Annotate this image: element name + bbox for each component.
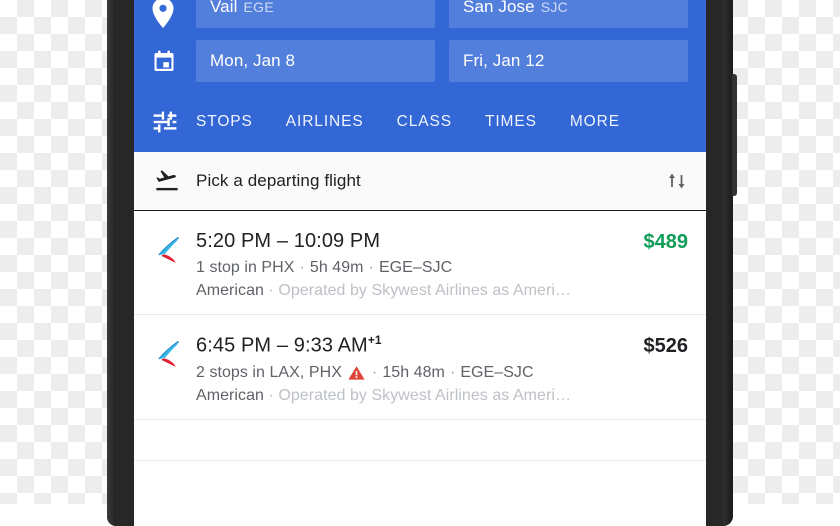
flight-carrier: American bbox=[196, 386, 264, 404]
flight-times-value: 5:20 PM – 10:09 PM bbox=[196, 230, 381, 252]
flight-times: 6:45 PM – 9:33 AM+1 bbox=[196, 333, 634, 359]
phone-screen: Vail EGE San Jose SJC Mon, Jan 8 Fri, Ja… bbox=[134, 0, 706, 526]
pick-departing-flight-title: Pick a departing flight bbox=[196, 171, 361, 190]
detail-separator: · bbox=[299, 259, 305, 276]
flight-route: EGE–SJC bbox=[460, 363, 534, 381]
detail-separator: · bbox=[449, 363, 456, 381]
american-airlines-logo bbox=[152, 333, 196, 376]
filter-chip-airlines[interactable]: AIRLINES bbox=[286, 113, 364, 131]
carrier-separator: · bbox=[268, 282, 279, 299]
american-airlines-logo bbox=[152, 229, 196, 272]
flight-times: 5:20 PM – 10:09 PM bbox=[196, 229, 634, 254]
dates-row: Mon, Jan 8 Fri, Jan 12 bbox=[134, 30, 706, 92]
depart-date-value: Mon, Jan 8 bbox=[210, 51, 296, 70]
flight-day-offset: +1 bbox=[367, 333, 382, 347]
tune-sliders-icon[interactable] bbox=[152, 109, 196, 135]
pick-departing-flight-bar: Pick a departing flight bbox=[134, 152, 706, 211]
location-pin-icon bbox=[152, 0, 196, 28]
flight-takeoff-icon bbox=[152, 168, 196, 194]
flight-route: EGE–SJC bbox=[378, 259, 453, 276]
flight-detail-line: 1 stop in PHX · 5h 49m · EGE–SJC bbox=[196, 259, 634, 277]
flight-carrier-line: American · Operated by Skywest Airlines … bbox=[196, 282, 634, 300]
return-date-value: Fri, Jan 12 bbox=[463, 51, 545, 70]
origin-field[interactable]: Vail EGE bbox=[196, 0, 435, 28]
filter-chip-times[interactable]: TIMES bbox=[485, 113, 537, 131]
flight-carrier-line: American · Operated by Skywest Airlines … bbox=[196, 387, 634, 405]
next-flight-row-partial[interactable] bbox=[134, 419, 706, 461]
phone-bezel-left bbox=[107, 0, 116, 526]
table-row[interactable]: 5:20 PM – 10:09 PM 1 stop in PHX · 5h 49… bbox=[134, 211, 706, 315]
table-row[interactable]: 6:45 PM – 9:33 AM+1 2 stops in LAX, PHX … bbox=[134, 315, 706, 420]
flight-price: $489 bbox=[643, 231, 689, 253]
destination-city: San Jose bbox=[463, 0, 535, 16]
return-date-field[interactable]: Fri, Jan 12 bbox=[449, 40, 688, 82]
destination-code: SJC bbox=[540, 0, 569, 15]
sort-arrows-icon[interactable] bbox=[658, 169, 688, 193]
flight-stops: 1 stop in PHX bbox=[196, 259, 295, 276]
flight-carrier: American bbox=[196, 282, 264, 299]
filter-chip-class[interactable]: CLASS bbox=[397, 113, 452, 131]
flight-times-value: 6:45 PM – 9:33 AM bbox=[196, 334, 368, 357]
calendar-icon bbox=[152, 49, 196, 73]
origin-city: Vail bbox=[210, 0, 238, 16]
detail-separator: · bbox=[371, 363, 378, 381]
origin-code: EGE bbox=[243, 0, 274, 15]
flight-operator: Operated by Skywest Airlines as Ameri… bbox=[278, 386, 572, 404]
phone-device-frame: Vail EGE San Jose SJC Mon, Jan 8 Fri, Ja… bbox=[107, 0, 737, 526]
flight-duration: 5h 49m bbox=[309, 259, 364, 276]
flight-stops: 2 stops in LAX, PHX bbox=[196, 363, 342, 381]
destination-field[interactable]: San Jose SJC bbox=[449, 0, 688, 28]
flight-duration: 15h 48m bbox=[382, 363, 445, 381]
depart-date-field[interactable]: Mon, Jan 8 bbox=[196, 40, 435, 82]
phone-power-button[interactable] bbox=[732, 74, 737, 196]
filter-chip-more[interactable]: MORE bbox=[570, 113, 620, 131]
route-row: Vail EGE San Jose SJC bbox=[134, 0, 706, 30]
flight-detail-line: 2 stops in LAX, PHX · 15h 48m · EGE–SJC bbox=[196, 364, 634, 382]
flight-operator: Operated by Skywest Airlines as Ameri… bbox=[278, 282, 572, 299]
carrier-separator: · bbox=[268, 386, 279, 404]
warning-triangle-icon bbox=[348, 365, 365, 381]
search-header: Vail EGE San Jose SJC Mon, Jan 8 Fri, Ja… bbox=[134, 0, 706, 152]
filter-bar: STOPS AIRLINES CLASS TIMES MORE bbox=[134, 92, 706, 152]
filter-chip-stops[interactable]: STOPS bbox=[196, 113, 253, 131]
flight-price: $526 bbox=[643, 335, 689, 357]
detail-separator: · bbox=[368, 259, 374, 276]
